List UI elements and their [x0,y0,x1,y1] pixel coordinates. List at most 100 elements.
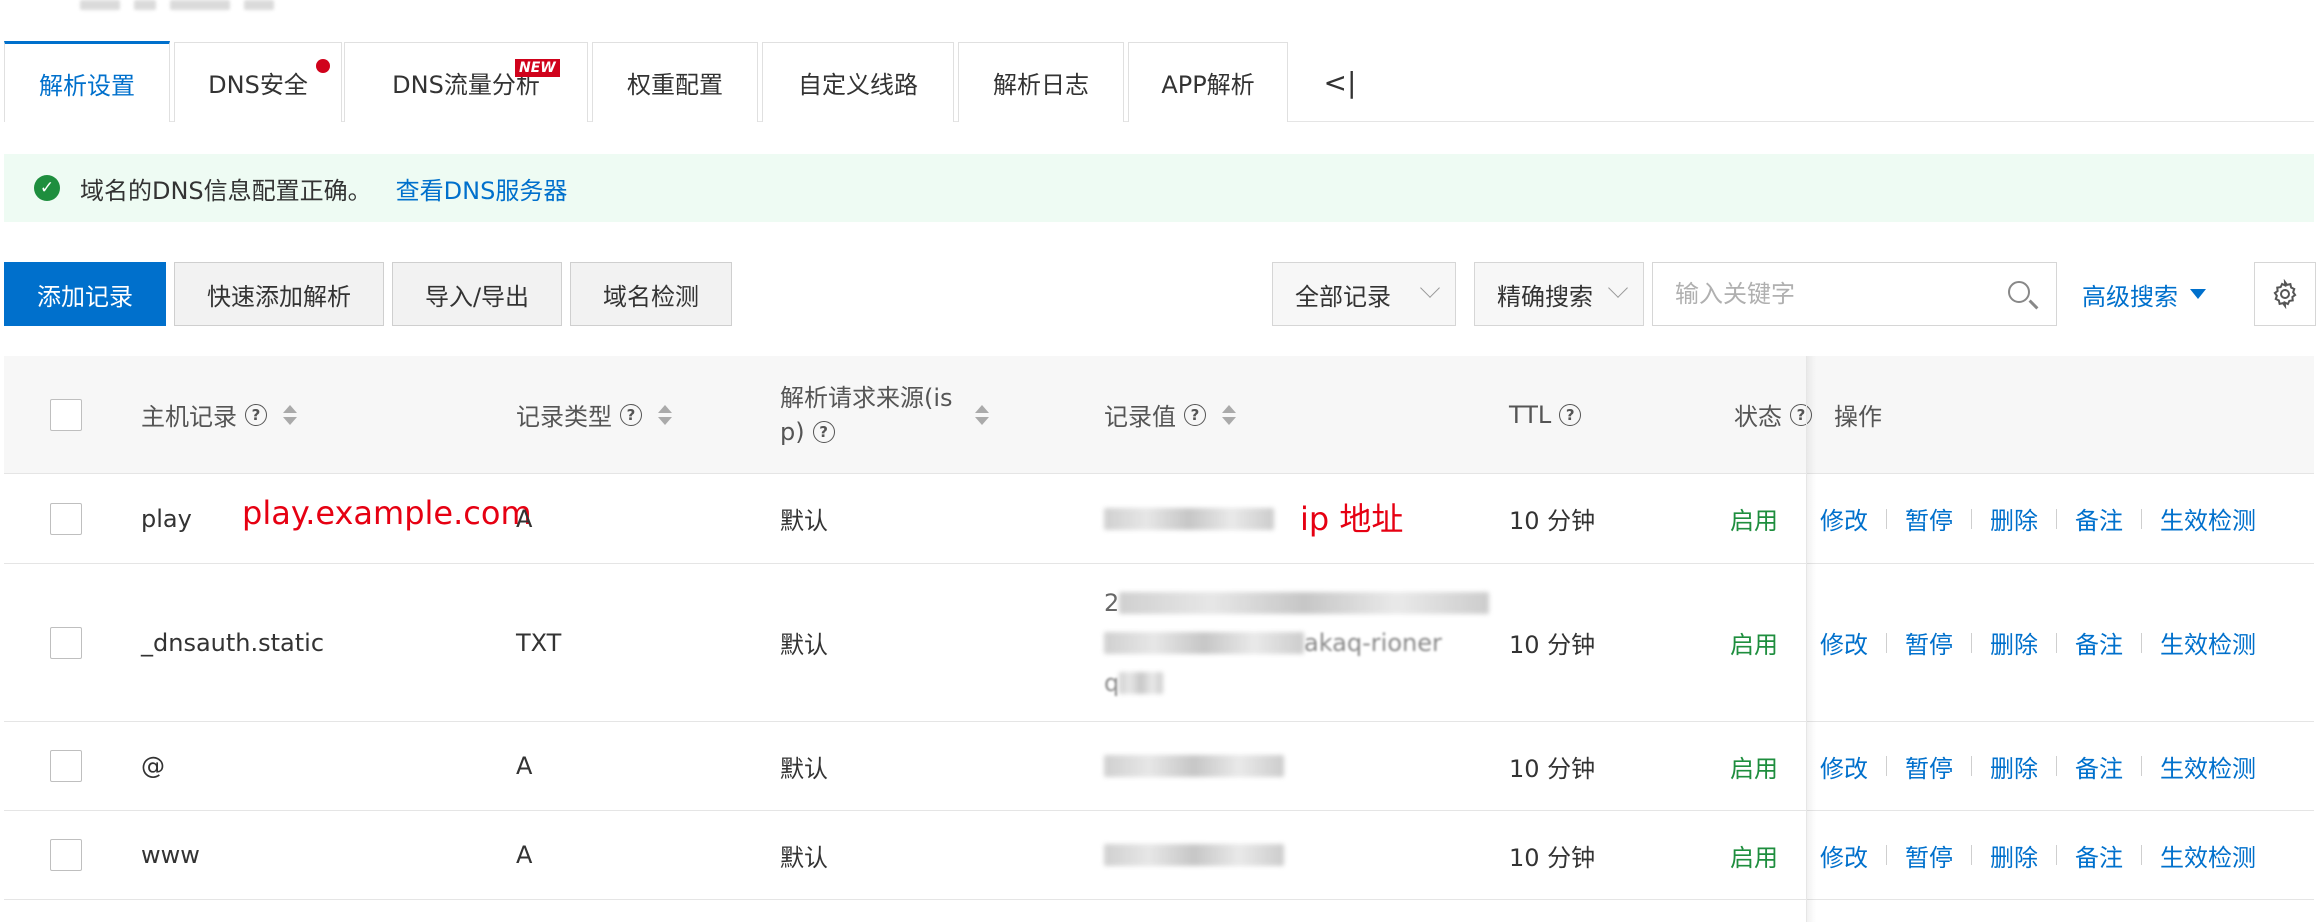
sort-icon[interactable] [658,404,672,425]
tab-dns-traffic[interactable]: DNS流量分析 NEW [344,42,588,122]
record-filter-select[interactable]: 全部记录 [1272,262,1456,326]
delete-link[interactable]: 删除 [1990,838,2038,873]
tab-label: APP解析 [1161,71,1255,99]
chevron-down-icon [1420,278,1440,298]
help-icon[interactable]: ? [245,403,267,426]
select-all-checkbox[interactable] [50,398,82,431]
view-dns-servers-link[interactable]: 查看DNS服务器 [396,171,568,206]
divider [2141,845,2142,865]
remark-link[interactable]: 备注 [2075,749,2123,784]
tab-label: 权重配置 [627,71,723,99]
help-icon[interactable]: ? [812,420,835,443]
edit-link[interactable]: 修改 [1820,749,1868,784]
sort-icon[interactable] [283,404,297,425]
advanced-search-toggle[interactable]: 高级搜索 [2082,262,2206,326]
sort-icon[interactable] [974,404,989,425]
remark-link[interactable]: 备注 [2075,501,2123,536]
row-host: play [141,504,192,533]
dns-records-table: 主机记录 ? 记录类型 ? 解析请求来源(is p) ? 记录值 ? TTL ?… [4,356,2314,900]
domain-check-button[interactable]: 域名检测 [570,262,732,326]
divider [1971,756,1972,776]
col-host[interactable]: 主机记录 ? [141,356,297,473]
help-icon[interactable]: ? [1559,403,1582,426]
ip-address-annotation: ip 地址 [1300,500,1404,538]
tab-weight-config[interactable]: 权重配置 [592,42,758,122]
settings-button[interactable] [2254,262,2316,326]
col-status-label: 状态 [1734,403,1782,431]
effect-check-link[interactable]: 生效检测 [2160,749,2256,784]
row-value [1104,722,1284,810]
redacted-value [1119,671,1164,694]
tab-dns-settings[interactable]: 解析设置 [4,41,170,122]
col-source-label-line2: p) [780,417,805,446]
redacted-value [1104,844,1284,866]
table-row: play play.example.com A 默认 ip 地址 10 分钟 启… [4,474,2314,564]
col-source[interactable]: 解析请求来源(is p) ? [780,356,989,473]
tab-dns-security[interactable]: DNS安全 [174,42,342,122]
effect-check-link[interactable]: 生效检测 [2160,501,2256,536]
tab-app-dns[interactable]: APP解析 [1128,42,1288,122]
delete-link[interactable]: 删除 [1990,749,2038,784]
keyword-search-input[interactable] [1675,280,1995,308]
value-text: akaq-rioner [1304,628,1442,657]
row-checkbox[interactable] [50,839,82,871]
import-export-button[interactable]: 导入/导出 [392,262,562,326]
help-icon[interactable]: ? [1184,403,1206,426]
value-text: 2 [1104,588,1120,617]
effect-check-link[interactable]: 生效检测 [2160,625,2256,660]
cropped-header-fragment [80,0,274,14]
divider [1886,845,1887,865]
collapse-left-icon[interactable]: <| [1315,42,1365,122]
row-host: _dnsauth.static [141,628,325,657]
row-value: 2 akaq-rioner q [1104,564,1490,721]
row-ttl: 10 分钟 [1509,631,1596,659]
dns-config-alert: ✓ 域名的DNS信息配置正确。 查看DNS服务器 [4,154,2314,222]
value-line: q [1104,668,1164,697]
delete-link[interactable]: 删除 [1990,625,2038,660]
gear-icon [2273,279,2297,309]
alert-message: 域名的DNS信息配置正确。 [80,176,372,205]
divider [2141,632,2142,653]
value-text: q [1104,668,1120,697]
tab-custom-line[interactable]: 自定义线路 [762,42,954,122]
search-mode-select[interactable]: 精确搜索 [1474,262,1644,326]
tab-label: 解析日志 [993,71,1089,99]
remark-link[interactable]: 备注 [2075,625,2123,660]
remark-link[interactable]: 备注 [2075,838,2123,873]
keyword-search-box [1652,262,2057,326]
delete-link[interactable]: 删除 [1990,501,2038,536]
col-source-label-line2-wrap: p) ? [780,415,953,449]
row-ttl: 10 分钟 [1509,754,1596,783]
col-source-label: 解析请求来源(is p) ? [780,381,953,449]
col-value[interactable]: 记录值 ? [1104,356,1236,473]
divider [2056,845,2057,865]
sort-icon[interactable] [1222,404,1236,425]
row-type: A [516,752,533,780]
redacted-value [1104,755,1284,777]
row-checkbox[interactable] [50,502,82,535]
help-icon[interactable]: ? [620,403,642,426]
col-type[interactable]: 记录类型 ? [516,356,672,473]
row-host: @ [141,752,165,780]
quick-add-button[interactable]: 快速添加解析 [174,262,384,326]
add-record-button[interactable]: 添加记录 [4,262,166,326]
row-checkbox[interactable] [50,750,82,782]
notification-dot [316,59,330,73]
divider [2141,508,2142,529]
divider [1971,845,1972,865]
pause-link[interactable]: 暂停 [1905,749,1953,784]
row-checkbox[interactable] [50,626,82,659]
edit-link[interactable]: 修改 [1820,625,1868,660]
edit-link[interactable]: 修改 [1820,838,1868,873]
pause-link[interactable]: 暂停 [1905,501,1953,536]
row-type: A [516,504,533,533]
edit-link[interactable]: 修改 [1820,501,1868,536]
pause-link[interactable]: 暂停 [1905,625,1953,660]
divider [1971,508,1972,529]
tab-dns-log[interactable]: 解析日志 [958,42,1124,122]
pause-link[interactable]: 暂停 [1905,838,1953,873]
search-icon[interactable] [2008,281,2030,303]
divider [1886,632,1887,653]
row-status: 启用 [1730,507,1778,535]
effect-check-link[interactable]: 生效检测 [2160,838,2256,873]
